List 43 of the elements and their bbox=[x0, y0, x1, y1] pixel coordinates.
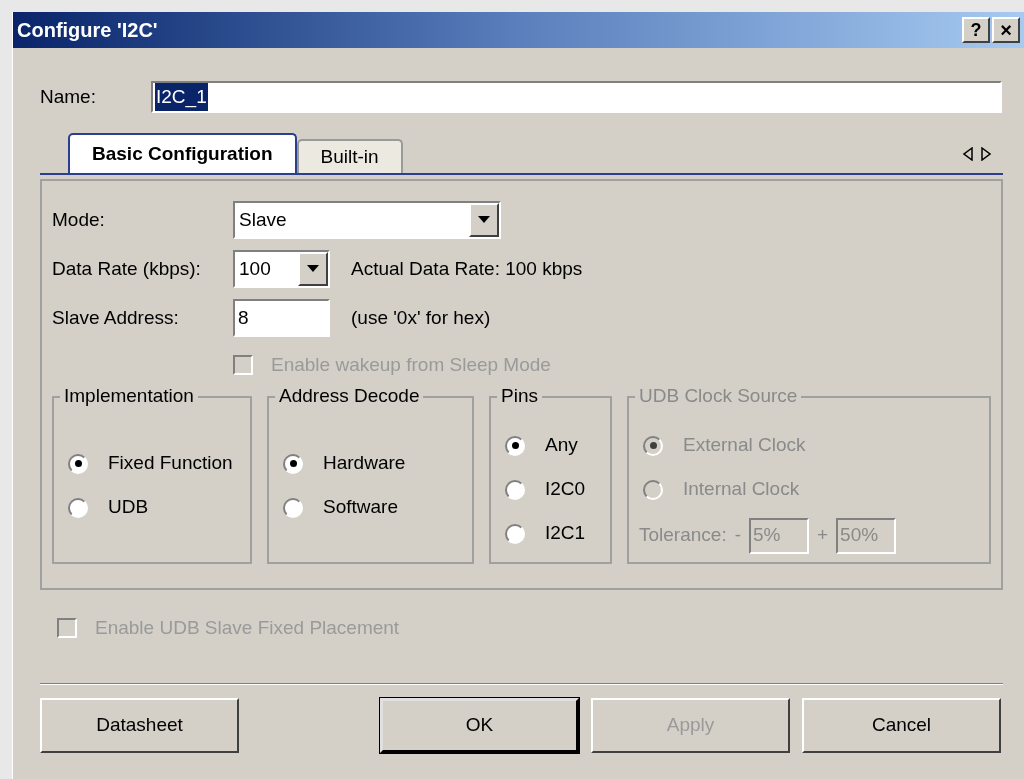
radio-label: UDB bbox=[108, 495, 149, 520]
data-rate-dropdown[interactable]: 100 bbox=[233, 250, 330, 288]
tab[interactable]: Basic Configuration bbox=[68, 133, 297, 173]
right-arrow-icon[interactable] bbox=[981, 147, 991, 161]
radio-button[interactable] bbox=[505, 523, 525, 544]
mode-dropdown[interactable]: Slave bbox=[233, 201, 501, 239]
mode-label: Mode: bbox=[52, 207, 106, 232]
radio-button[interactable] bbox=[283, 453, 303, 474]
left-arrow-icon[interactable] bbox=[963, 147, 973, 161]
caret-icon bbox=[478, 216, 490, 224]
checkbox-label: Enable UDB Slave Fixed Placement bbox=[95, 616, 400, 640]
tolerance-label: Tolerance: bbox=[639, 523, 727, 548]
radio-label: I2C1 bbox=[545, 521, 586, 546]
minus-sign: - bbox=[734, 523, 741, 548]
name-label: Name: bbox=[40, 84, 97, 109]
dialog-button[interactable]: Cancel bbox=[802, 697, 1001, 753]
tab[interactable]: Built-in bbox=[296, 139, 403, 173]
radio-label: Fixed Function bbox=[108, 451, 233, 476]
radio-button[interactable] bbox=[283, 497, 303, 518]
slave-address-label: Slave Address: bbox=[52, 305, 180, 330]
plus-sign: + bbox=[817, 523, 829, 548]
radio-button[interactable] bbox=[505, 479, 525, 500]
caret-icon bbox=[307, 265, 319, 273]
dialog-button[interactable]: Datasheet bbox=[40, 697, 239, 753]
radio-button[interactable] bbox=[68, 453, 88, 474]
window-title: Configure 'I2C' bbox=[17, 18, 158, 43]
actual-data-rate-text: Actual Data Rate: 100 kbps bbox=[351, 256, 583, 281]
radio-button[interactable] bbox=[68, 497, 88, 518]
name-field[interactable]: I2C_1 bbox=[151, 81, 1002, 113]
help-button[interactable]: ? bbox=[962, 17, 990, 43]
radio-label: Software bbox=[323, 495, 398, 520]
radio-label: Internal Clock bbox=[683, 477, 800, 502]
radio-button[interactable] bbox=[505, 435, 525, 456]
slave-address-field[interactable]: 8 bbox=[233, 299, 330, 337]
checkbox-label: Enable wakeup from Sleep Mode bbox=[271, 353, 551, 377]
close-button[interactable]: × bbox=[992, 17, 1020, 43]
dialog-button[interactable]: OK bbox=[380, 697, 579, 753]
hex-hint-text: (use '0x' for hex) bbox=[351, 305, 491, 330]
data-rate-label: Data Rate (kbps): bbox=[52, 256, 202, 281]
radio-label: Any bbox=[545, 433, 578, 458]
radio-label: Hardware bbox=[323, 451, 406, 476]
radio-label: I2C0 bbox=[545, 477, 586, 502]
radio-label: External Clock bbox=[683, 433, 806, 458]
